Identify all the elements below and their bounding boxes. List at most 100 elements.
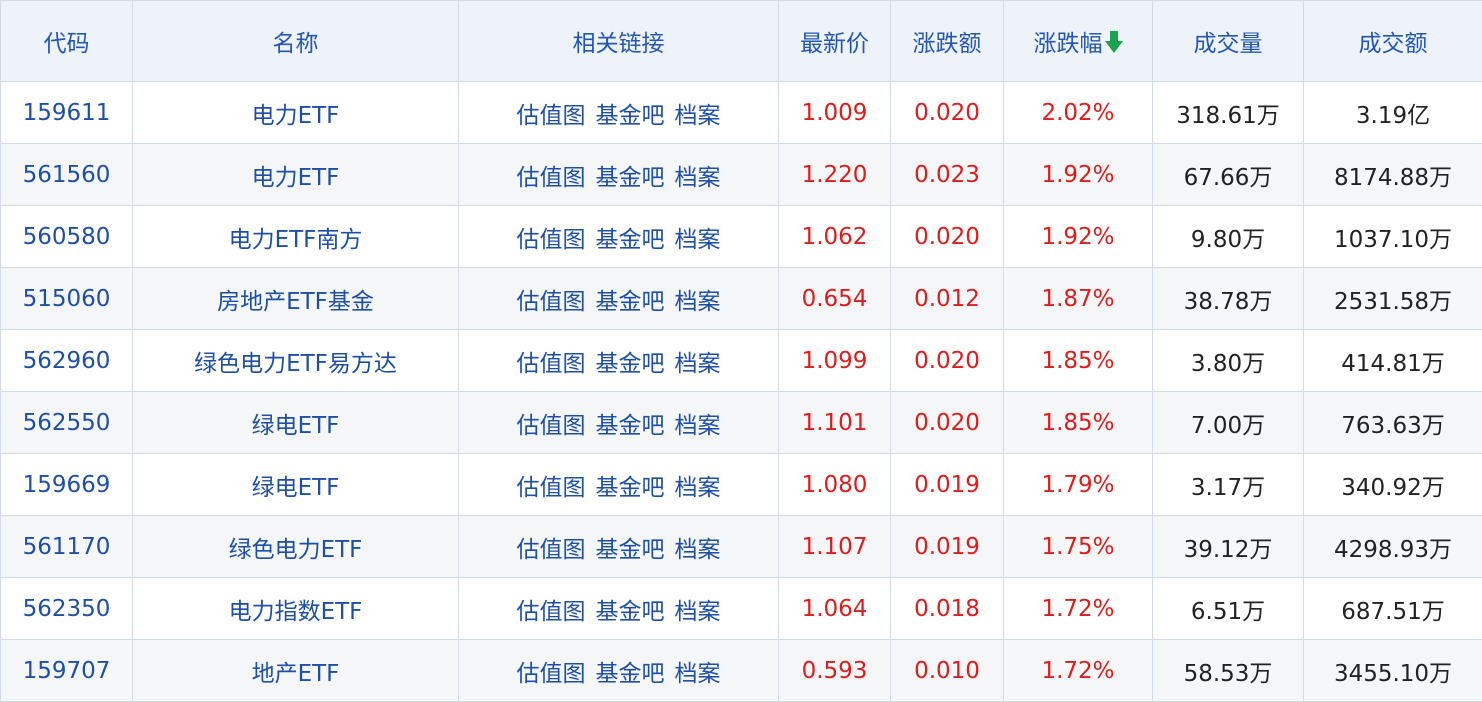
fund-forum-link[interactable]: 基金吧 xyxy=(596,351,665,377)
profile-link[interactable]: 档案 xyxy=(675,661,721,687)
header-volume[interactable]: 成交量 xyxy=(1153,1,1304,82)
fund-forum-link[interactable]: 基金吧 xyxy=(596,413,665,439)
fund-forum-link[interactable]: 基金吧 xyxy=(596,227,665,253)
amount-cell: 4298.93万 xyxy=(1304,516,1482,578)
header-pct-change[interactable]: 涨跌幅 xyxy=(1004,1,1153,82)
name-cell[interactable]: 绿电ETF xyxy=(133,392,459,454)
fund-forum-link[interactable]: 基金吧 xyxy=(596,599,665,625)
code-cell[interactable]: 159707 xyxy=(1,640,133,702)
table-row: 159611电力ETF估值图基金吧档案1.0090.0202.02%318.61… xyxy=(1,82,1482,144)
pct-change-cell: 1.72% xyxy=(1004,640,1153,702)
amount-cell: 687.51万 xyxy=(1304,578,1482,640)
valuation-chart-link[interactable]: 估值图 xyxy=(517,289,586,315)
code-cell[interactable]: 560580 xyxy=(1,206,133,268)
name-cell[interactable]: 电力ETF xyxy=(133,82,459,144)
pct-change-cell: 1.79% xyxy=(1004,454,1153,516)
name-cell[interactable]: 电力ETF南方 xyxy=(133,206,459,268)
valuation-chart-link[interactable]: 估值图 xyxy=(517,537,586,563)
code-cell[interactable]: 159669 xyxy=(1,454,133,516)
volume-cell: 3.80万 xyxy=(1153,330,1304,392)
etf-quote-table: 代码 名称 相关链接 最新价 涨跌额 涨跌幅 成交量 成交额 159611电力E… xyxy=(0,0,1482,702)
valuation-chart-link[interactable]: 估值图 xyxy=(517,475,586,501)
code-cell[interactable]: 562960 xyxy=(1,330,133,392)
fund-forum-link[interactable]: 基金吧 xyxy=(596,165,665,191)
code-cell[interactable]: 159611 xyxy=(1,82,133,144)
name-cell[interactable]: 地产ETF xyxy=(133,640,459,702)
header-change[interactable]: 涨跌额 xyxy=(891,1,1004,82)
links-cell: 估值图基金吧档案 xyxy=(459,640,779,702)
volume-cell: 6.51万 xyxy=(1153,578,1304,640)
profile-link[interactable]: 档案 xyxy=(675,289,721,315)
profile-link[interactable]: 档案 xyxy=(675,599,721,625)
code-cell[interactable]: 561170 xyxy=(1,516,133,578)
change-cell: 0.018 xyxy=(891,578,1004,640)
volume-cell: 38.78万 xyxy=(1153,268,1304,330)
links-cell: 估值图基金吧档案 xyxy=(459,516,779,578)
profile-link[interactable]: 档案 xyxy=(675,227,721,253)
fund-forum-link[interactable]: 基金吧 xyxy=(596,661,665,687)
header-price[interactable]: 最新价 xyxy=(779,1,891,82)
links-cell: 估值图基金吧档案 xyxy=(459,206,779,268)
table-row: 562350电力指数ETF估值图基金吧档案1.0640.0181.72%6.51… xyxy=(1,578,1482,640)
header-links: 相关链接 xyxy=(459,1,779,82)
price-cell: 1.080 xyxy=(779,454,891,516)
links-cell: 估值图基金吧档案 xyxy=(459,454,779,516)
valuation-chart-link[interactable]: 估值图 xyxy=(517,227,586,253)
profile-link[interactable]: 档案 xyxy=(675,165,721,191)
fund-forum-link[interactable]: 基金吧 xyxy=(596,537,665,563)
change-cell: 0.012 xyxy=(891,268,1004,330)
code-cell[interactable]: 515060 xyxy=(1,268,133,330)
code-cell[interactable]: 562550 xyxy=(1,392,133,454)
code-cell[interactable]: 562350 xyxy=(1,578,133,640)
header-amount[interactable]: 成交额 xyxy=(1304,1,1482,82)
volume-cell: 67.66万 xyxy=(1153,144,1304,206)
header-code[interactable]: 代码 xyxy=(1,1,133,82)
profile-link[interactable]: 档案 xyxy=(675,351,721,377)
price-cell: 0.654 xyxy=(779,268,891,330)
fund-forum-link[interactable]: 基金吧 xyxy=(596,289,665,315)
price-cell: 1.220 xyxy=(779,144,891,206)
table-row: 159669绿电ETF估值图基金吧档案1.0800.0191.79%3.17万3… xyxy=(1,454,1482,516)
profile-link[interactable]: 档案 xyxy=(675,475,721,501)
name-cell[interactable]: 绿电ETF xyxy=(133,454,459,516)
amount-cell: 3455.10万 xyxy=(1304,640,1482,702)
profile-link[interactable]: 档案 xyxy=(675,103,721,129)
change-cell: 0.010 xyxy=(891,640,1004,702)
valuation-chart-link[interactable]: 估值图 xyxy=(517,351,586,377)
change-cell: 0.020 xyxy=(891,206,1004,268)
volume-cell: 3.17万 xyxy=(1153,454,1304,516)
pct-change-cell: 1.92% xyxy=(1004,144,1153,206)
valuation-chart-link[interactable]: 估值图 xyxy=(517,165,586,191)
fund-forum-link[interactable]: 基金吧 xyxy=(596,475,665,501)
change-cell: 0.019 xyxy=(891,516,1004,578)
valuation-chart-link[interactable]: 估值图 xyxy=(517,413,586,439)
price-cell: 1.101 xyxy=(779,392,891,454)
volume-cell: 58.53万 xyxy=(1153,640,1304,702)
header-name[interactable]: 名称 xyxy=(133,1,459,82)
valuation-chart-link[interactable]: 估值图 xyxy=(517,103,586,129)
pct-change-cell: 1.87% xyxy=(1004,268,1153,330)
table-row: 562960绿色电力ETF易方达估值图基金吧档案1.0990.0201.85%3… xyxy=(1,330,1482,392)
pct-change-cell: 1.85% xyxy=(1004,392,1153,454)
profile-link[interactable]: 档案 xyxy=(675,537,721,563)
name-cell[interactable]: 绿色电力ETF易方达 xyxy=(133,330,459,392)
amount-cell: 414.81万 xyxy=(1304,330,1482,392)
amount-cell: 763.63万 xyxy=(1304,392,1482,454)
name-cell[interactable]: 房地产ETF基金 xyxy=(133,268,459,330)
name-cell[interactable]: 电力指数ETF xyxy=(133,578,459,640)
name-cell[interactable]: 电力ETF xyxy=(133,144,459,206)
code-cell[interactable]: 561560 xyxy=(1,144,133,206)
links-cell: 估值图基金吧档案 xyxy=(459,82,779,144)
valuation-chart-link[interactable]: 估值图 xyxy=(517,599,586,625)
name-cell[interactable]: 绿色电力ETF xyxy=(133,516,459,578)
profile-link[interactable]: 档案 xyxy=(675,413,721,439)
pct-change-cell: 1.85% xyxy=(1004,330,1153,392)
valuation-chart-link[interactable]: 估值图 xyxy=(517,661,586,687)
amount-cell: 340.92万 xyxy=(1304,454,1482,516)
price-cell: 1.009 xyxy=(779,82,891,144)
fund-forum-link[interactable]: 基金吧 xyxy=(596,103,665,129)
change-cell: 0.019 xyxy=(891,454,1004,516)
table-row: 515060房地产ETF基金 估值图基金吧档案 0.6540.0121.87%38.… xyxy=(1,268,1482,330)
pct-change-cell: 2.02% xyxy=(1004,82,1153,144)
table-row: 159707地产ETF估值图基金吧档案0.5930.0101.72%58.53万… xyxy=(1,640,1482,702)
